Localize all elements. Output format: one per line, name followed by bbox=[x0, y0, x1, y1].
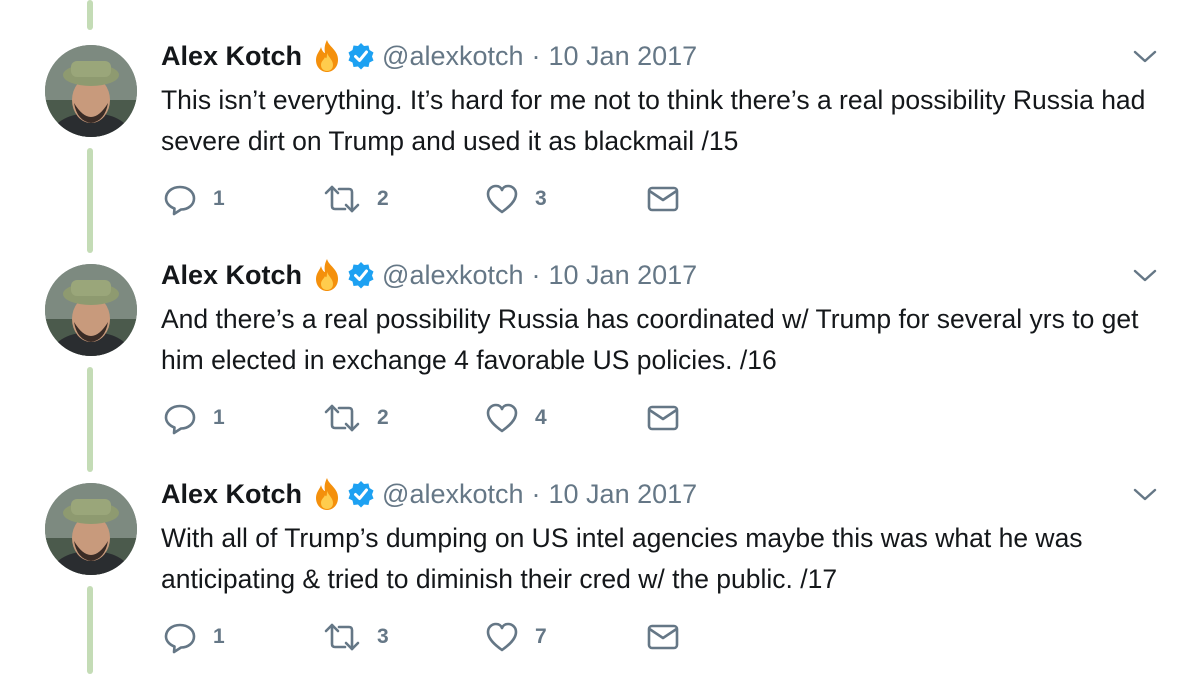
fire-icon bbox=[312, 258, 342, 292]
tweet-actions: 1 2 4 bbox=[163, 400, 723, 436]
reply-icon bbox=[163, 401, 197, 435]
retweet-icon bbox=[323, 620, 361, 654]
tweet[interactable]: Alex Kotch @alexkotch · 10 Jan 2017 With… bbox=[0, 438, 1200, 657]
reply-icon bbox=[163, 620, 197, 654]
direct-message-button[interactable] bbox=[647, 400, 679, 436]
tweet[interactable]: Alex Kotch @alexkotch · 10 Jan 2017 This… bbox=[0, 0, 1200, 219]
retweet-button[interactable]: 3 bbox=[323, 619, 389, 655]
reply-count: 1 bbox=[213, 406, 225, 429]
tweet-actions: 1 2 3 bbox=[163, 181, 723, 217]
chevron-down-icon[interactable] bbox=[1132, 265, 1158, 285]
heart-icon bbox=[485, 183, 519, 215]
retweet-button[interactable]: 2 bbox=[323, 181, 389, 217]
heart-icon bbox=[485, 621, 519, 653]
author-handle[interactable]: @alexkotch bbox=[382, 41, 523, 72]
author-name[interactable]: Alex Kotch bbox=[161, 41, 302, 72]
retweet-count: 2 bbox=[377, 187, 389, 210]
verified-badge-icon bbox=[347, 42, 375, 70]
retweet-count: 2 bbox=[377, 406, 389, 429]
tweet-date[interactable]: 10 Jan 2017 bbox=[549, 41, 698, 72]
avatar[interactable] bbox=[45, 45, 137, 137]
reply-button[interactable]: 1 bbox=[163, 181, 225, 217]
envelope-icon bbox=[647, 404, 679, 432]
tweet-header: Alex Kotch @alexkotch · 10 Jan 2017 bbox=[161, 36, 697, 76]
tweet-date[interactable]: 10 Jan 2017 bbox=[549, 260, 698, 291]
author-handle[interactable]: @alexkotch bbox=[382, 479, 523, 510]
verified-badge-icon bbox=[347, 480, 375, 508]
verified-badge-icon bbox=[347, 261, 375, 289]
chevron-down-icon[interactable] bbox=[1132, 46, 1158, 66]
tweet-text: This isn’t everything. It’s hard for me … bbox=[161, 85, 1146, 156]
tweet-header: Alex Kotch @alexkotch · 10 Jan 2017 bbox=[161, 255, 697, 295]
reply-button[interactable]: 1 bbox=[163, 400, 225, 436]
like-count: 7 bbox=[535, 625, 547, 648]
separator-dot: · bbox=[531, 259, 541, 290]
fire-icon bbox=[312, 39, 342, 73]
like-count: 4 bbox=[535, 406, 547, 429]
tweet-date[interactable]: 10 Jan 2017 bbox=[549, 479, 698, 510]
tweet-text: And there’s a real possibility Russia ha… bbox=[161, 304, 1139, 375]
reply-icon bbox=[163, 182, 197, 216]
retweet-count: 3 bbox=[377, 625, 389, 648]
reply-button[interactable]: 1 bbox=[163, 619, 225, 655]
separator-dot: · bbox=[531, 40, 541, 71]
fire-icon bbox=[312, 477, 342, 511]
author-name[interactable]: Alex Kotch bbox=[161, 260, 302, 291]
author-handle[interactable]: @alexkotch bbox=[382, 260, 523, 291]
tweet[interactable]: Alex Kotch @alexkotch · 10 Jan 2017 And … bbox=[0, 219, 1200, 438]
tweet-header: Alex Kotch @alexkotch · 10 Jan 2017 bbox=[161, 474, 697, 514]
like-count: 3 bbox=[535, 187, 547, 210]
heart-icon bbox=[485, 402, 519, 434]
direct-message-button[interactable] bbox=[647, 619, 679, 655]
envelope-icon bbox=[647, 623, 679, 651]
retweet-icon bbox=[323, 401, 361, 435]
reply-count: 1 bbox=[213, 625, 225, 648]
direct-message-button[interactable] bbox=[647, 181, 679, 217]
like-button[interactable]: 3 bbox=[485, 181, 547, 217]
chevron-down-icon[interactable] bbox=[1132, 484, 1158, 504]
avatar[interactable] bbox=[45, 483, 137, 575]
like-button[interactable]: 4 bbox=[485, 400, 547, 436]
author-name[interactable]: Alex Kotch bbox=[161, 479, 302, 510]
like-button[interactable]: 7 bbox=[485, 619, 547, 655]
reply-count: 1 bbox=[213, 187, 225, 210]
retweet-icon bbox=[323, 182, 361, 216]
envelope-icon bbox=[647, 185, 679, 213]
separator-dot: · bbox=[531, 478, 541, 509]
tweet-actions: 1 3 7 bbox=[163, 619, 723, 655]
avatar[interactable] bbox=[45, 264, 137, 356]
tweet-text: With all of Trump’s dumping on US intel … bbox=[161, 523, 1083, 594]
retweet-button[interactable]: 2 bbox=[323, 400, 389, 436]
